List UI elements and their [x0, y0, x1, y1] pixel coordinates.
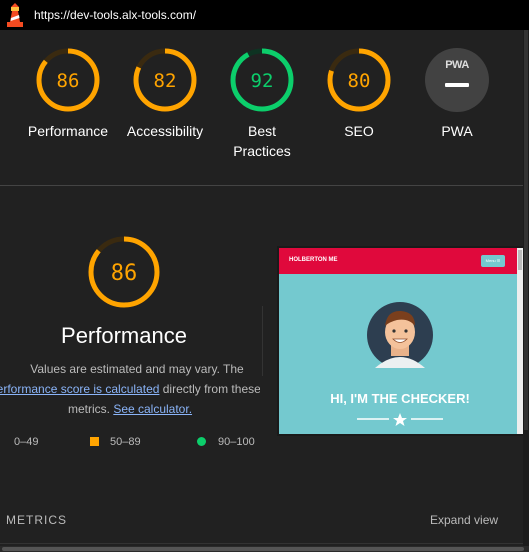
pwa-dash-icon — [445, 83, 469, 87]
desc-line-3: metrics. See calculator. — [0, 399, 260, 419]
gauge-accessibility-score: 82 — [154, 70, 177, 92]
gauge-pwa[interactable]: PWA PWA — [407, 48, 507, 141]
vertical-scrollbar[interactable] — [523, 30, 529, 546]
pass-circle-icon — [197, 437, 206, 446]
legend-pass: 90–100 — [197, 436, 255, 448]
metrics-divider — [0, 543, 529, 544]
gauge-performance[interactable]: 86 Performance — [18, 48, 118, 141]
avatar-illustration — [367, 302, 433, 368]
desc-line-1: Values are estimated and may vary. The — [30, 362, 244, 376]
star-divider-icon — [357, 413, 443, 426]
url-bar: https://dev-tools.alx-tools.com/ — [0, 0, 529, 30]
performance-title: Performance — [61, 323, 187, 348]
lighthouse-logo-icon — [7, 3, 23, 27]
score-calculated-link[interactable]: performance score is calculated — [0, 382, 159, 396]
screenshot-menu-button: Menu ☰ — [481, 255, 505, 267]
gauge-performance-label: Performance — [27, 123, 109, 139]
screenshot-headline: HI, I'M THE CHECKER! — [330, 391, 470, 406]
performance-description: Values are estimated and may vary. The p… — [0, 359, 260, 419]
gauge-performance-score: 86 — [57, 70, 80, 92]
gauge-best-practices[interactable]: 92 Best Practices — [212, 48, 312, 161]
gauge-best-practices-label: Best Practices — [233, 123, 291, 159]
desc-line-2-rest: directly from these — [159, 382, 260, 396]
gauge-pwa-label: PWA — [441, 123, 473, 139]
performance-section: 86 Performance Values are estimated and … — [0, 186, 529, 552]
desc-line-2: performance score is calculated directly… — [0, 379, 260, 399]
legend-average: 50–89 — [90, 436, 141, 448]
gauge-seo[interactable]: 80 SEO — [309, 48, 409, 141]
gauge-seo-score: 80 — [348, 70, 371, 92]
gauge-best-practices-score: 92 — [251, 70, 274, 92]
report-url[interactable]: https://dev-tools.alx-tools.com/ — [34, 8, 196, 22]
gauge-best-practices-ring: 92 — [230, 48, 294, 112]
scores-header: 86 Performance 82 Accessibility 92 Best … — [0, 30, 529, 186]
screenshot-menu-label: Menu ☰ — [485, 258, 501, 263]
section-divider — [262, 306, 263, 376]
legend-average-range: 50–89 — [110, 436, 141, 448]
gauge-performance-ring: 86 — [36, 48, 100, 112]
legend-fail-range: 0–49 — [14, 436, 39, 448]
desc-line-3-prefix: metrics. — [67, 402, 114, 416]
legend-fail: 0–49 — [14, 436, 38, 448]
gauge-seo-label: SEO — [344, 123, 374, 139]
metrics-heading: METRICS — [6, 513, 67, 527]
gauge-accessibility-label: Accessibility — [126, 123, 204, 139]
screenshot-brand: HOLBERTON ME — [289, 257, 338, 263]
pwa-badge-icon — [425, 48, 489, 112]
expand-view-toggle[interactable]: Expand view — [430, 513, 498, 527]
performance-score-large: 86 — [111, 261, 138, 286]
screenshot-header: HOLBERTON ME Menu ☰ — [279, 248, 523, 274]
gauge-accessibility[interactable]: 82 Accessibility — [115, 48, 215, 141]
final-screenshot[interactable]: HOLBERTON ME Menu ☰ HI, I'M THE CHECKER! — [277, 246, 525, 436]
legend-pass-range: 90–100 — [218, 436, 255, 448]
see-calculator-link[interactable]: See calculator. — [113, 402, 192, 416]
pwa-badge-text: PWA — [445, 59, 469, 71]
horizontal-scrollbar[interactable] — [0, 546, 529, 552]
gauge-seo-ring: 80 — [327, 48, 391, 112]
performance-gauge-large: 86 — [88, 236, 160, 308]
average-square-icon — [90, 437, 99, 446]
gauge-accessibility-ring: 82 — [133, 48, 197, 112]
